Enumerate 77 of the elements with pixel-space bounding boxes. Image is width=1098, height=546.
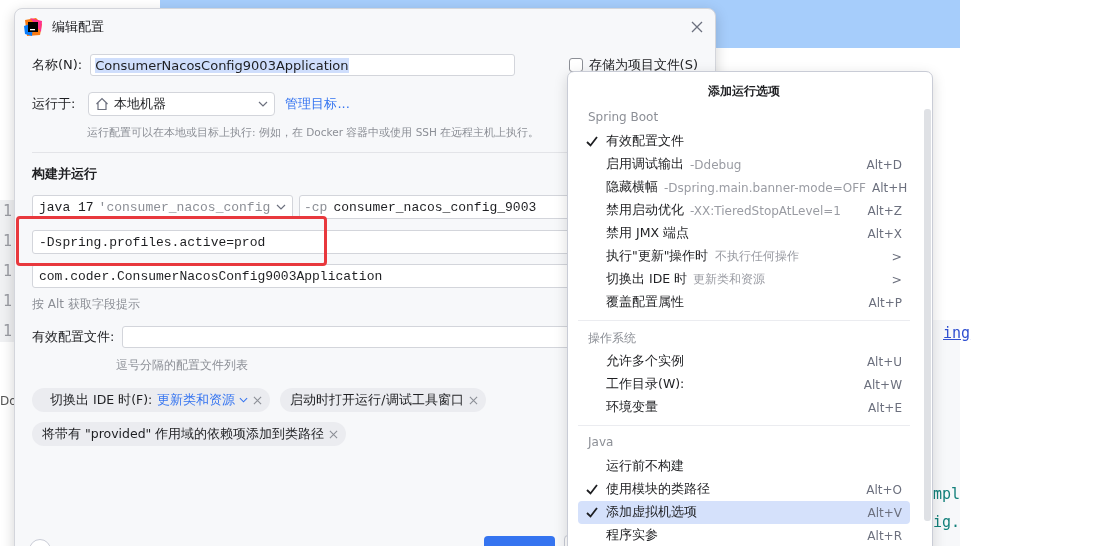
menu-item-label: 环境变量: [606, 399, 658, 416]
menu-item-hint: -Ddebug: [690, 157, 742, 172]
shortcut-text: Alt+O: [866, 482, 902, 497]
name-field[interactable]: ConsumerNacosConfig9003Application: [90, 54, 515, 76]
manage-targets-link[interactable]: 管理目标...: [285, 95, 350, 113]
shortcut-text: Alt+H: [871, 180, 908, 195]
menu-item[interactable]: 工作目录(W): Alt+W: [578, 373, 910, 396]
menu-item[interactable]: 程序实参 Alt+R: [578, 524, 910, 546]
line-number: 1: [3, 231, 14, 252]
menu-item[interactable]: 使用模块的类路径 Alt+O: [578, 478, 910, 501]
shortcut-text: Alt+X: [867, 226, 902, 241]
app-logo-icon: [24, 18, 42, 36]
shortcut-text: Alt+W: [863, 377, 902, 392]
chevron-down-icon: [239, 397, 249, 403]
checkbox[interactable]: [568, 58, 583, 72]
hint-text: 按 Alt 获取字段提示: [32, 296, 140, 313]
line-number: 1: [3, 321, 14, 342]
menu-item-label: 程序实参: [606, 527, 658, 544]
menu-item[interactable]: 覆盖配置属性 Alt+P: [578, 291, 910, 314]
menu-section-header: Java: [586, 434, 615, 451]
menu-item-hint: -Dspring.main.banner-mode=OFF: [664, 180, 866, 195]
chip-dropdown[interactable]: 更新类和资源: [157, 391, 249, 409]
name-label: 名称(N):: [32, 56, 83, 74]
menu-item-label: 覆盖配置属性: [606, 294, 684, 311]
menu-item-label: 添加虚拟机选项: [606, 504, 697, 521]
remove-icon[interactable]: [468, 395, 478, 405]
menu-item[interactable]: 环境变量 Alt+E: [578, 396, 910, 419]
submenu-arrow: >: [891, 272, 902, 287]
close-icon[interactable]: [691, 21, 703, 33]
menu-item-label: 禁用启动优化: [606, 202, 684, 219]
checkbox-label: 存储为项目文件(S): [588, 56, 698, 74]
shortcut-text: Alt+Z: [867, 203, 902, 218]
home-icon: [95, 97, 110, 111]
run-on-label: 运行于:: [32, 95, 76, 113]
shortcut-text: Alt+D: [866, 157, 902, 172]
menu-item-label: 允许多个实例: [606, 353, 684, 370]
menu-item-label: 运行前不构建: [606, 458, 684, 475]
hint-text: 逗号分隔的配置文件列表: [116, 357, 248, 374]
target-dropdown[interactable]: 本地机器: [88, 92, 276, 116]
profiles-label: 有效配置文件:: [32, 328, 115, 346]
shortcut-text: Alt+V: [867, 505, 902, 520]
menu-item-hint: 不执行任何操作: [714, 248, 799, 265]
menu-section-header: Spring Boot: [587, 109, 660, 126]
chevron-down-icon: [258, 101, 269, 107]
shortcut-text: Alt+P: [868, 295, 902, 310]
menu-item[interactable]: 启用调试输出 -Ddebug Alt+D: [578, 153, 910, 176]
dialog-title: 编辑配置: [52, 18, 105, 36]
remove-icon[interactable]: [253, 395, 263, 405]
menu-item-label: 隐藏横幅: [606, 179, 658, 196]
chip-label: 启动时打开运行/调试工具窗口: [290, 391, 464, 409]
chip-label: 切换出 IDE 时(F):: [50, 391, 153, 409]
menu-item[interactable]: 有效配置文件: [578, 130, 910, 153]
chevron-down-icon: [276, 204, 286, 210]
hint-text: 运行配置可以在本地或目标上执行: 例如，在 Docker 容器中或使用 SSH 在远程主机上执行。: [87, 126, 540, 140]
menu-item[interactable]: 添加虚拟机选项 Alt+V: [578, 501, 910, 524]
menu-item-label: 切换出 IDE 时: [606, 271, 688, 288]
jre-dropdown[interactable]: java 17 'consumer_nacos_config: [32, 195, 293, 219]
submenu-arrow: >: [891, 249, 902, 264]
menu-section-header: 操作系统: [587, 330, 637, 347]
menu-item-label: 工作目录(W):: [606, 376, 685, 393]
scrollbar[interactable]: [924, 109, 931, 521]
menu-item-label: 有效配置文件: [606, 133, 684, 150]
menu-item-label: 使用模块的类路径: [606, 481, 710, 498]
code-text: ig.: [933, 513, 961, 531]
shortcut-text: Alt+U: [866, 354, 902, 369]
line-number: 1: [3, 201, 14, 222]
remove-icon[interactable]: [329, 429, 339, 439]
line-number: 1: [3, 291, 14, 312]
menu-item[interactable]: 运行前不构建: [578, 455, 910, 478]
code-text: mpl: [933, 485, 961, 503]
line-number: 1: [3, 261, 14, 282]
menu-item-label: 启用调试输出: [606, 156, 684, 173]
chip-label: 将带有 "provided" 作用域的依赖项添加到类路径: [42, 425, 325, 443]
shortcut-text: Alt+E: [868, 400, 902, 415]
shortcut-text: Alt+R: [867, 528, 902, 543]
menu-item[interactable]: 允许多个实例 Alt+U: [578, 350, 910, 373]
menu-title: 添加运行选项: [707, 83, 781, 100]
